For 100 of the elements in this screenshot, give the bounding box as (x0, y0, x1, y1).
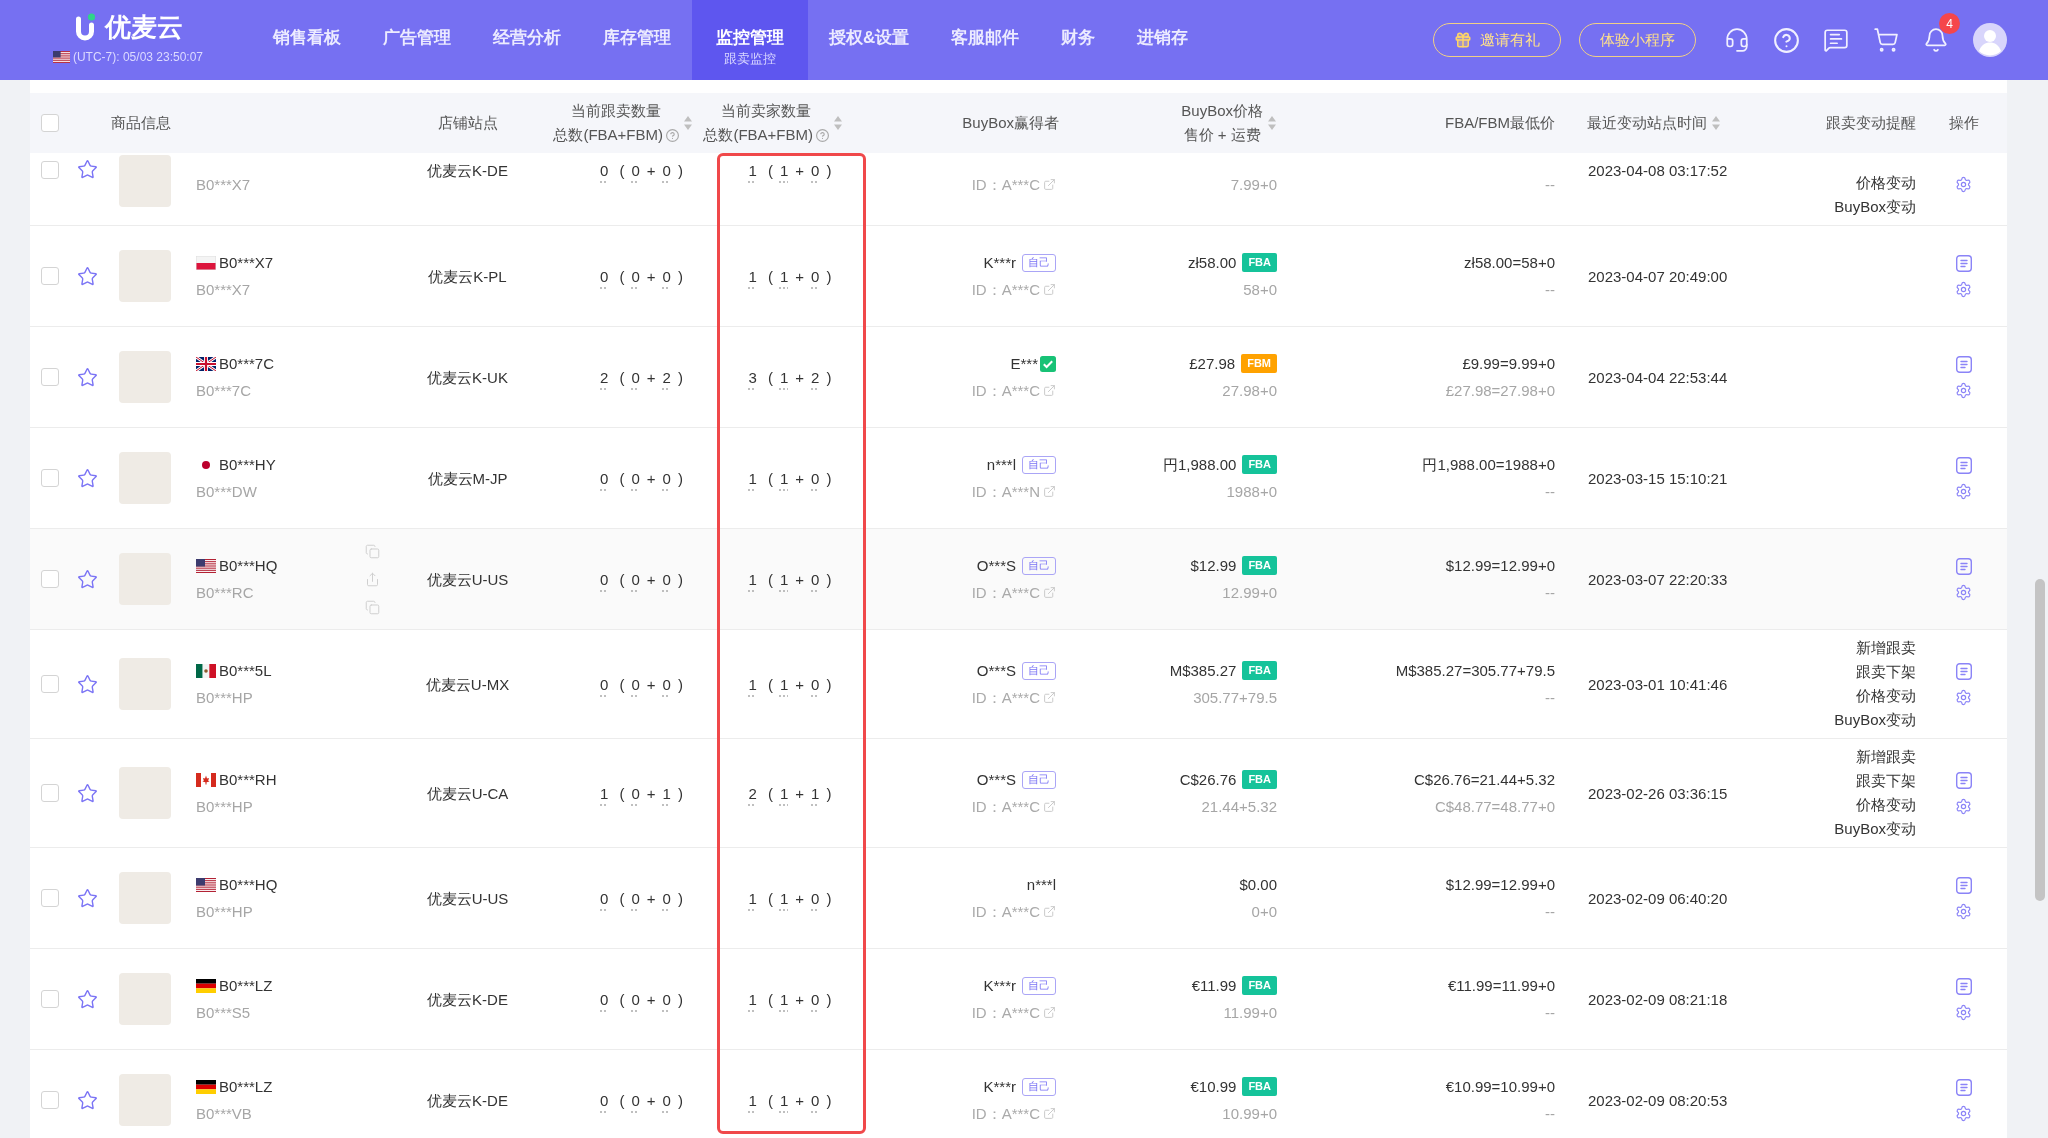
help-icon[interactable] (816, 128, 829, 142)
column-header: 操作 (1948, 113, 1979, 133)
checkbox[interactable] (41, 469, 59, 487)
checkbox[interactable] (41, 570, 59, 588)
seller-tag: 自己 (1022, 770, 1056, 789)
parent-product-code: B0***HP (196, 797, 253, 817)
nav-tab[interactable]: 经营分析 (472, 0, 582, 80)
count-text: 2 ( 1 + 1 ) (748, 783, 833, 804)
checkbox[interactable] (41, 161, 59, 179)
product-photo-placeholder (119, 1074, 171, 1126)
lowest-price: zł58.00=58+0 (1464, 253, 1555, 273)
seller-name: n***l (986, 455, 1016, 475)
nav-tab[interactable]: 库存管理 (582, 0, 692, 80)
settings-icon[interactable] (1955, 280, 1972, 298)
favorite-star-icon[interactable] (77, 782, 98, 804)
seller-id: ID：A***C (971, 1003, 1040, 1023)
external-link-icon[interactable] (1043, 178, 1056, 191)
settings-icon[interactable] (1955, 902, 1972, 920)
settings-icon[interactable] (1955, 1104, 1972, 1122)
sort-icon[interactable] (1268, 116, 1276, 130)
checkbox[interactable] (41, 675, 59, 693)
settings-icon[interactable] (1955, 482, 1972, 500)
document-icon[interactable] (1955, 977, 1972, 995)
checkbox[interactable] (41, 267, 59, 285)
column-header: BuyBox赢得者 (962, 113, 1059, 133)
notification-bell-icon[interactable] (1923, 27, 1949, 53)
scrollbar[interactable] (2035, 579, 2045, 901)
external-link-icon[interactable] (1043, 800, 1056, 813)
parent-product-code: B0***HP (196, 902, 253, 922)
favorite-star-icon[interactable] (77, 673, 98, 695)
favorite-star-icon[interactable] (77, 265, 98, 287)
document-icon[interactable] (1955, 254, 1972, 272)
usa-flag-icon (196, 877, 216, 892)
nav-tab[interactable]: 进销存 (1116, 0, 1210, 80)
nav-tab[interactable]: 广告管理 (362, 0, 472, 80)
settings-icon[interactable] (1955, 176, 1972, 193)
nav-tab[interactable]: 监控管理 跟卖监控 (692, 0, 808, 80)
reminder-text: 新增跟卖 (1856, 638, 1916, 658)
column-header: 跟卖变动提醒 (1826, 113, 1916, 133)
document-icon[interactable] (1955, 557, 1972, 575)
favorite-star-icon[interactable] (77, 988, 98, 1010)
seller-id: ID：A***C (971, 381, 1040, 401)
settings-icon[interactable] (1955, 381, 1972, 399)
checkbox[interactable] (41, 368, 59, 386)
document-icon[interactable] (1955, 355, 1972, 373)
settings-icon[interactable] (1955, 583, 1972, 601)
external-link-icon[interactable] (1043, 691, 1056, 704)
checkbox[interactable] (41, 889, 59, 907)
document-icon[interactable] (1955, 456, 1972, 474)
change-time: 2023-02-09 08:20:53 (1588, 1090, 1728, 1111)
favorite-star-icon[interactable] (77, 467, 98, 489)
buybox-price: C$26.76 (1179, 770, 1237, 790)
store-name: 优麦云K-PL (428, 266, 507, 287)
seller-id: ID：A***N (971, 482, 1040, 502)
product-photo-placeholder (119, 872, 171, 924)
external-link-icon[interactable] (1043, 586, 1056, 599)
buybox-price: $12.99 (1190, 556, 1237, 576)
external-link-icon[interactable] (1043, 1006, 1056, 1019)
fulfillment-tag: FBA (1242, 976, 1277, 995)
document-icon[interactable] (1955, 1078, 1972, 1096)
nav-tab[interactable]: 销售看板 (252, 0, 362, 80)
favorite-star-icon[interactable] (77, 159, 98, 180)
sort-icon[interactable] (834, 116, 842, 130)
document-icon[interactable] (1955, 771, 1972, 789)
cart-icon[interactable] (1873, 27, 1899, 53)
settings-icon[interactable] (1955, 688, 1972, 706)
lowest-price: $12.99=12.99+0 (1445, 875, 1555, 895)
settings-icon[interactable] (1955, 1003, 1972, 1021)
product-code: B0***7C (219, 354, 275, 374)
checkbox[interactable] (41, 990, 59, 1008)
message-icon[interactable] (1823, 27, 1849, 53)
nav-tab[interactable]: 财务 (1040, 0, 1117, 80)
favorite-star-icon[interactable] (77, 1089, 98, 1111)
count-text: 0 ( 0 + 0 ) (600, 989, 684, 1010)
favorite-star-icon[interactable] (77, 887, 98, 909)
favorite-star-icon[interactable] (77, 366, 98, 388)
settings-icon[interactable] (1955, 797, 1972, 815)
external-link-icon[interactable] (1043, 905, 1056, 918)
document-icon[interactable] (1955, 876, 1972, 894)
japan-flag-icon (202, 460, 210, 469)
external-link-icon[interactable] (1043, 485, 1056, 498)
sort-icon[interactable] (684, 116, 692, 130)
external-link-icon[interactable] (1043, 384, 1056, 397)
nav-tab[interactable]: 授权&设置 (808, 0, 931, 80)
logo-text: 优麦云 (104, 11, 183, 43)
headset-icon[interactable] (1724, 27, 1750, 53)
lowest-price-detail: -- (1545, 482, 1555, 502)
external-link-icon[interactable] (1043, 1107, 1056, 1120)
document-icon[interactable] (1955, 662, 1972, 680)
nav-tab[interactable]: 客服邮件 (930, 0, 1041, 80)
avatar-icon[interactable] (1973, 23, 2007, 57)
sort-icon[interactable] (1712, 116, 1720, 130)
checkbox[interactable] (41, 1091, 59, 1109)
favorite-star-icon[interactable] (77, 568, 98, 590)
help-icon[interactable] (666, 128, 679, 142)
external-link-icon[interactable] (1043, 283, 1056, 296)
checkbox[interactable] (41, 114, 59, 132)
checkbox[interactable] (41, 784, 59, 802)
seller-id: ID：A***C (971, 175, 1040, 195)
count-text: 0 ( 0 + 0 ) (600, 1090, 684, 1111)
